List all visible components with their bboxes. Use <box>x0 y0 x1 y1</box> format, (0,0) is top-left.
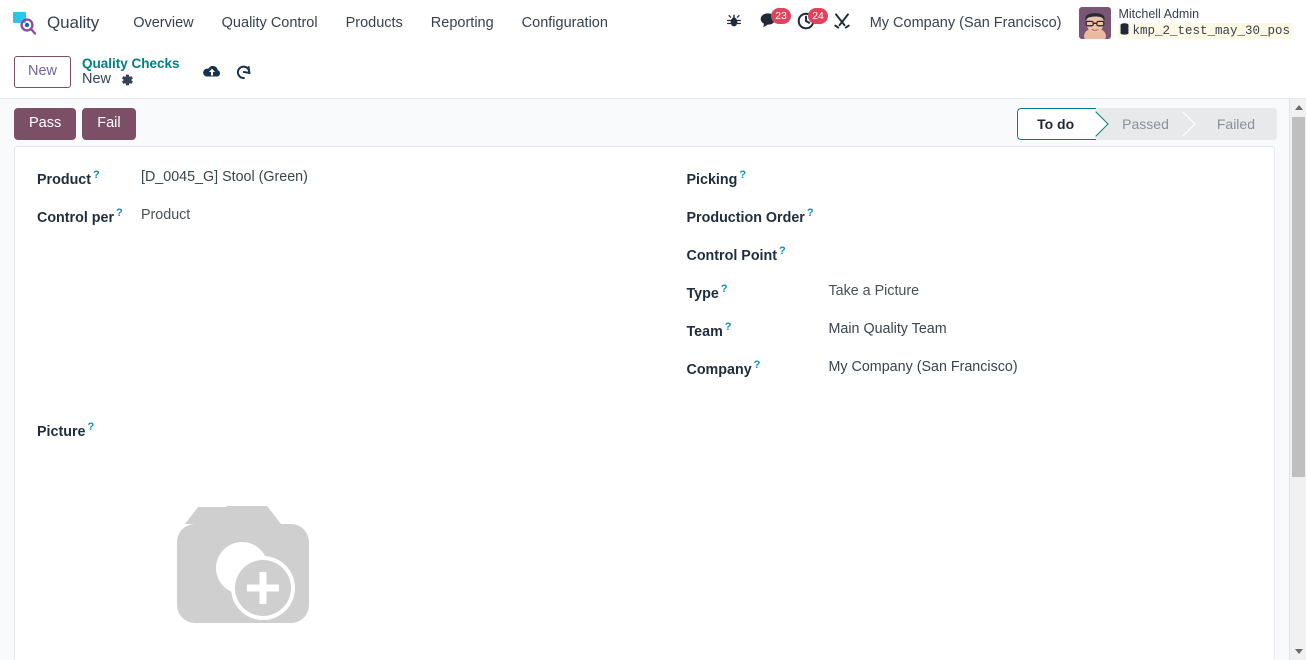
field-value-team[interactable]: Main Quality Team <box>829 319 947 339</box>
breadcrumb-parent-quality-checks[interactable]: Quality Checks <box>82 56 180 71</box>
menu-overview[interactable]: Overview <box>119 0 207 46</box>
field-label-picture: Picture? <box>37 421 95 440</box>
camera-add-placeholder-icon[interactable] <box>141 460 341 660</box>
debug-menu-button[interactable] <box>717 0 751 46</box>
form-scroll-container: Pass Fail To do Passed Failed Product? [… <box>0 99 1289 660</box>
field-value-company[interactable]: My Company (San Francisco) <box>829 357 1018 377</box>
menu-quality-control[interactable]: Quality Control <box>208 0 332 46</box>
status-pipeline: To do Passed Failed <box>1017 108 1277 140</box>
statusbar-action-buttons: Pass Fail <box>14 108 136 141</box>
stage-to-do[interactable]: To do <box>1017 108 1097 140</box>
systray: 23 24 My Company (San Francisco) Mitchel… <box>717 0 1296 46</box>
field-row-company: Company? My Company (San Francisco) <box>687 357 1257 380</box>
help-icon[interactable]: ? <box>93 169 100 181</box>
field-label-picking: Picking? <box>686 169 747 188</box>
form-left-column: Product? [D_0045_G] Stool (Green) Contro… <box>37 167 647 395</box>
help-icon[interactable]: ? <box>87 421 94 433</box>
field-row-team: Team? Main Quality Team <box>687 319 1257 342</box>
field-row-control-point: Control Point? <box>687 243 1257 266</box>
field-label-control-point: Control Point? <box>686 245 786 264</box>
new-record-button[interactable]: New <box>14 56 72 88</box>
quality-app-logo-icon <box>12 11 38 35</box>
field-value-production-order[interactable] <box>829 205 949 225</box>
help-icon[interactable]: ? <box>807 207 814 219</box>
help-icon[interactable]: ? <box>116 207 123 219</box>
app-brand-home[interactable]: Quality <box>8 0 105 46</box>
pass-button[interactable]: Pass <box>14 108 77 141</box>
settings-tools-button[interactable] <box>824 0 860 46</box>
field-value-control-per[interactable]: Product <box>141 205 190 225</box>
save-discard-group <box>202 64 252 80</box>
vertical-scrollbar[interactable] <box>1289 99 1306 660</box>
app-brand-name: Quality <box>47 13 100 32</box>
help-icon[interactable]: ? <box>754 359 761 371</box>
field-value-picking[interactable] <box>829 167 949 187</box>
cloud-upload-save-icon[interactable] <box>202 64 222 80</box>
database-icon <box>1120 22 1129 39</box>
picture-field-block: Picture? <box>37 421 1256 660</box>
field-label-type: Type? <box>686 283 728 302</box>
tools-icon <box>833 12 851 35</box>
menu-products[interactable]: Products <box>332 0 417 46</box>
gear-icon[interactable] <box>120 73 134 87</box>
help-icon[interactable]: ? <box>721 283 728 295</box>
form-sheet: Product? [D_0045_G] Stool (Green) Contro… <box>14 146 1275 660</box>
help-icon[interactable]: ? <box>725 321 732 333</box>
user-name-label: Mitchell Admin <box>1118 7 1200 22</box>
breadcrumb-current-record: New <box>82 71 112 88</box>
top-navbar: Quality Overview Quality Control Product… <box>0 0 1306 46</box>
help-icon[interactable]: ? <box>739 169 746 181</box>
activities-button[interactable]: 24 <box>788 0 829 46</box>
messages-button[interactable]: 23 <box>751 0 792 46</box>
database-tag: kmp_2_test_may_30_pos <box>1118 22 1292 39</box>
stage-failed[interactable]: Failed <box>1190 108 1277 140</box>
main-menu: Overview Quality Control Products Report… <box>119 0 622 46</box>
menu-reporting[interactable]: Reporting <box>417 0 508 46</box>
active-company-selector[interactable]: My Company (San Francisco) <box>860 15 1072 31</box>
bug-icon <box>726 13 742 34</box>
field-row-picking: Picking? <box>687 167 1257 190</box>
field-value-type[interactable]: Take a Picture <box>829 281 920 301</box>
field-label-company: Company? <box>686 359 761 378</box>
form-view-main: Pass Fail To do Passed Failed Product? [… <box>0 99 1306 660</box>
fail-button[interactable]: Fail <box>82 108 136 141</box>
form-statusbar: Pass Fail To do Passed Failed <box>0 99 1289 146</box>
stage-passed[interactable]: Passed <box>1096 108 1191 140</box>
field-label-team: Team? <box>686 321 732 340</box>
scrollbar-thumb[interactable] <box>1292 117 1305 477</box>
menu-configuration[interactable]: Configuration <box>508 0 622 46</box>
field-row-type: Type? Take a Picture <box>687 281 1257 304</box>
user-menu[interactable]: Mitchell Admin kmp_2_test_may_30_pos <box>1071 0 1296 46</box>
scroll-up-arrow-icon[interactable] <box>1290 99 1306 116</box>
field-value-product[interactable]: [D_0045_G] Stool (Green) <box>141 167 308 187</box>
control-panel: New Quality Checks New <box>0 46 1306 99</box>
field-row-control-per: Control per? Product <box>37 205 647 228</box>
field-row-production-order: Production Order? <box>687 205 1257 228</box>
field-label-product: Product? <box>37 169 100 188</box>
breadcrumb: Quality Checks New <box>82 56 180 87</box>
field-label-control-per: Control per? <box>37 207 123 226</box>
database-name: kmp_2_test_may_30_pos <box>1132 23 1290 38</box>
scroll-down-arrow-icon[interactable] <box>1290 643 1306 660</box>
help-icon[interactable]: ? <box>779 245 786 257</box>
discard-undo-icon[interactable] <box>235 64 252 80</box>
field-label-production-order: Production Order? <box>686 207 814 226</box>
field-row-product: Product? [D_0045_G] Stool (Green) <box>37 167 647 190</box>
form-right-column: Picking? Production Order? Control Point… <box>647 167 1257 395</box>
field-value-control-point[interactable] <box>829 243 949 263</box>
user-avatar <box>1079 7 1112 39</box>
